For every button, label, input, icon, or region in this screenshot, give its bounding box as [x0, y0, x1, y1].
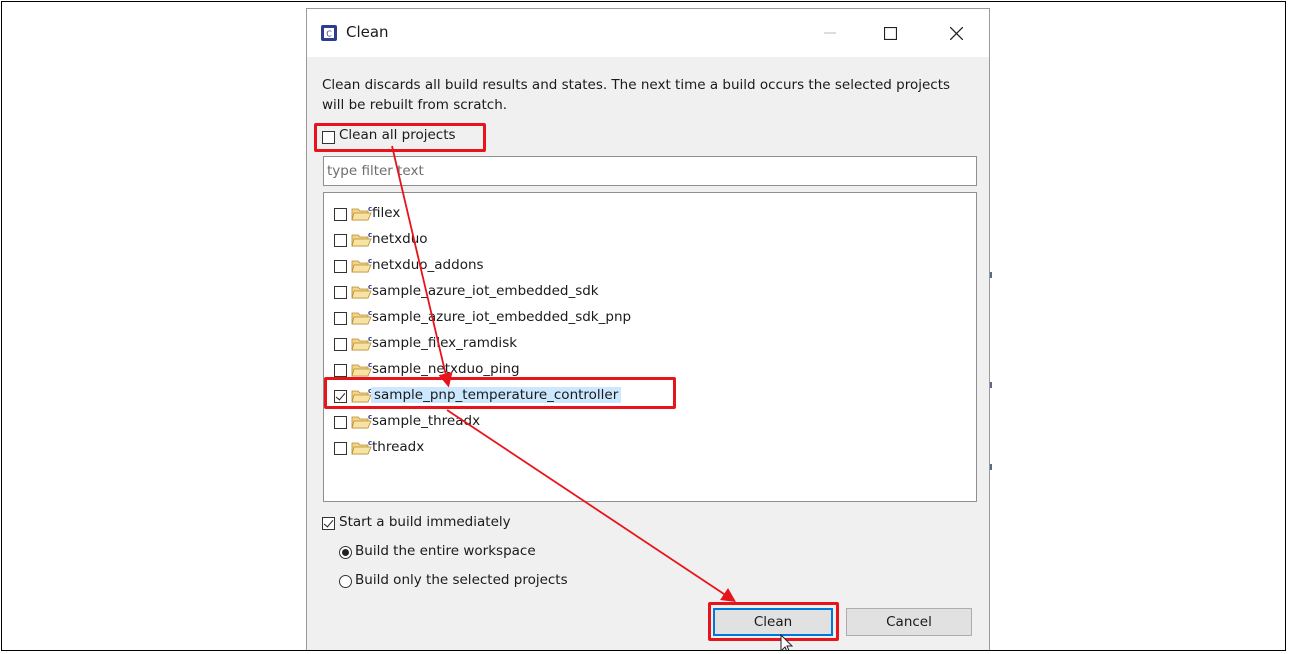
build-selected-label[interactable]: Build only the selected projects [355, 572, 568, 588]
project-list: c filex c netxduo c netxduo_addons c sample_azu… [323, 192, 977, 502]
project-row[interactable]: c sample_azure_iot_embedded_sdk [324, 279, 664, 305]
project-row[interactable]: c filex [324, 201, 664, 227]
cancel-button[interactable]: Cancel [846, 608, 972, 636]
c-project-folder-icon: c [351, 361, 373, 378]
maximize-icon [883, 26, 897, 40]
c-project-folder-icon: c [351, 231, 373, 248]
c-project-folder-icon: c [351, 283, 373, 300]
mouse-cursor-icon [780, 634, 794, 650]
project-row[interactable]: c netxduo [324, 227, 664, 253]
maximize-button[interactable] [867, 9, 913, 57]
c-project-folder-icon: c [351, 439, 373, 456]
project-checkbox[interactable] [334, 260, 347, 273]
screenshot-frame: C Clean Clean discards all build results… [1, 1, 1286, 651]
c-project-folder-icon: c [351, 413, 373, 430]
project-checkbox[interactable] [334, 312, 347, 325]
background-window-edge [990, 272, 992, 278]
project-checkbox[interactable] [334, 234, 347, 247]
project-name[interactable]: filex [372, 205, 400, 221]
filter-input[interactable]: type filter text [323, 156, 977, 186]
dialog-description: Clean discards all build results and sta… [322, 77, 951, 113]
background-window-edge [990, 382, 992, 388]
clean-dialog: C Clean Clean discards all build results… [306, 8, 990, 650]
project-name[interactable]: netxduo_addons [372, 257, 484, 273]
project-row[interactable]: c sample_threadx [324, 409, 664, 435]
project-row[interactable]: c sample_filex_ramdisk [324, 331, 664, 357]
project-checkbox[interactable] [334, 338, 347, 351]
background-window-edge [990, 464, 992, 470]
c-project-folder-icon: c [351, 309, 373, 326]
build-workspace-label[interactable]: Build the entire workspace [355, 543, 536, 559]
eclipse-app-icon: C [321, 25, 337, 41]
project-name[interactable]: netxduo [372, 231, 428, 247]
title-bar[interactable]: C Clean [307, 9, 989, 57]
project-checkbox[interactable] [334, 442, 347, 455]
project-name[interactable]: threadx [372, 439, 424, 455]
close-button[interactable] [933, 9, 979, 57]
clean-all-highlight [314, 123, 486, 152]
minimize-button[interactable] [807, 9, 853, 57]
project-name[interactable]: sample_filex_ramdisk [372, 335, 517, 351]
project-checkbox[interactable] [334, 416, 347, 429]
svg-text:C: C [326, 30, 332, 39]
project-checkbox[interactable] [334, 208, 347, 221]
close-icon [949, 26, 963, 40]
project-checkbox[interactable] [334, 286, 347, 299]
project-row[interactable]: c threadx [324, 435, 664, 461]
project-name[interactable]: sample_netxduo_ping [372, 361, 520, 377]
project-name[interactable]: sample_azure_iot_embedded_sdk [372, 283, 599, 299]
project-row[interactable]: c sample_azure_iot_embedded_sdk_pnp [324, 305, 664, 331]
build-workspace-radio[interactable] [339, 546, 352, 559]
minimize-icon [824, 32, 836, 34]
clean-button-highlight [708, 602, 839, 641]
project-checkbox[interactable] [334, 364, 347, 377]
selected-project-highlight [324, 377, 676, 409]
start-build-checkbox[interactable] [322, 517, 335, 530]
build-selected-radio[interactable] [339, 575, 352, 588]
project-row[interactable]: c netxduo_addons [324, 253, 664, 279]
c-project-folder-icon: c [351, 205, 373, 222]
project-name[interactable]: sample_azure_iot_embedded_sdk_pnp [372, 309, 631, 325]
c-project-folder-icon: c [351, 257, 373, 274]
start-build-label[interactable]: Start a build immediately [339, 514, 511, 530]
c-project-folder-icon: c [351, 335, 373, 352]
dialog-title: Clean [346, 23, 389, 41]
project-name[interactable]: sample_threadx [372, 413, 480, 429]
